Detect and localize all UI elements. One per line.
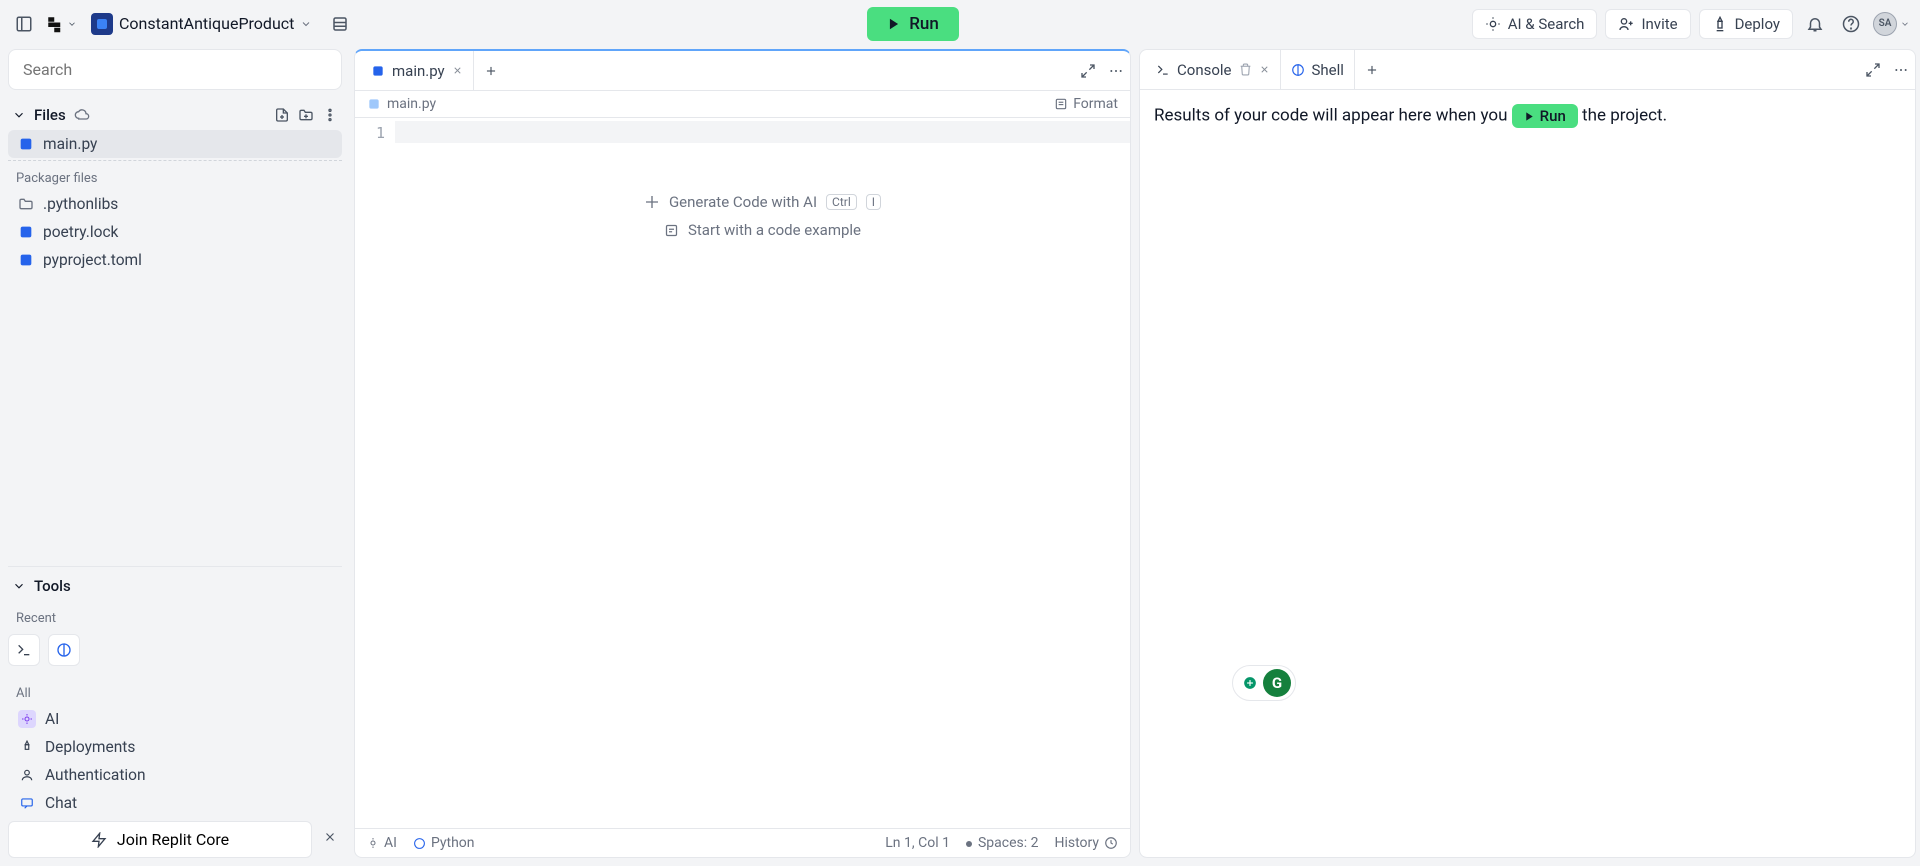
rocket-icon [18,738,36,756]
editor-tabs: main.py [355,51,1130,91]
tab-shell[interactable]: Shell [1281,50,1355,89]
inline-run-button[interactable]: Run [1512,104,1578,128]
python-file-icon [367,97,381,111]
file-item-poetry-lock[interactable]: poetry.lock [8,218,342,246]
new-file-icon[interactable] [274,107,290,123]
status-bar: AI Python Ln 1, Col 1 Spaces: 2 History [355,828,1130,857]
console-icon [1156,63,1170,77]
notifications-icon[interactable] [1801,10,1829,38]
packager-heading: Packager files [8,161,342,190]
python-icon [91,13,113,35]
files-label: Files [34,106,66,124]
join-core-button[interactable]: Join Replit Core [8,821,312,858]
cloud-sync-icon [74,107,90,123]
python-file-icon [18,252,34,268]
new-folder-icon[interactable] [298,107,314,123]
ai-icon [18,710,36,728]
editor-panel: main.py main.py Format [354,49,1131,858]
tab-close-icon[interactable] [452,65,463,76]
sidebar: Files main.py Packager files .pythonlibs… [0,47,350,866]
search-input[interactable] [8,49,342,90]
topbar: ConstantAntiqueProduct Run AI & Search I… [0,0,1920,47]
recent-heading: Recent [8,601,342,630]
recent-tool-console[interactable] [8,634,40,666]
line-number: 1 [355,118,395,828]
tab-mainpy[interactable]: main.py [361,51,474,90]
run-button[interactable]: Run [867,7,959,41]
python-file-icon [18,224,34,240]
grammarly-add-icon [1243,676,1257,690]
account-menu[interactable]: SA [1873,12,1910,36]
python-file-icon [371,64,385,78]
shell-icon [1291,63,1305,77]
new-tab-button[interactable] [474,64,508,78]
tool-deployments[interactable]: Deployments [8,733,342,761]
format-button[interactable]: Format [1054,96,1118,112]
console-panel: Console Shell [1139,49,1916,858]
tools-section-header[interactable]: Tools [8,566,342,601]
more-icon[interactable] [1893,62,1909,78]
lightning-icon [91,832,107,848]
recent-tool-shell[interactable] [48,634,80,666]
file-item-pyproject[interactable]: pyproject.toml [8,246,342,274]
chat-icon [18,794,36,812]
folder-icon [18,196,34,212]
indent-setting[interactable]: Spaces: 2 [966,835,1039,851]
panel-toggle-icon[interactable] [10,10,38,38]
cursor-position[interactable]: Ln 1, Col 1 [885,835,950,851]
generate-code-ai-button[interactable]: Generate Code with AI Ctrl I [644,193,881,211]
tool-ai[interactable]: AI [8,705,342,733]
code-editor[interactable]: 1 Generate Code with AI Ctrl I Start wit… [355,118,1130,828]
current-line-highlight [395,121,1130,143]
console-tabs: Console Shell [1140,50,1915,90]
deploy-button[interactable]: Deploy [1699,9,1793,39]
new-tab-button[interactable] [1355,63,1389,77]
breadcrumb: main.py [387,96,436,112]
more-icon[interactable] [1108,63,1124,79]
python-file-icon [18,136,34,152]
tool-authentication[interactable]: Authentication [8,761,342,789]
expand-icon[interactable] [1865,62,1881,78]
replit-logo-icon[interactable] [46,10,77,38]
tab-console[interactable]: Console [1146,50,1281,89]
tool-chat[interactable]: Chat [8,789,342,815]
example-icon [664,223,679,238]
files-section-header[interactable]: Files [8,100,342,130]
console-output: Results of your code will appear here wh… [1140,90,1915,857]
grammarly-widget[interactable]: G [1232,665,1296,701]
console-message-before: Results of your code will appear here wh… [1154,105,1512,125]
run-label: Run [909,14,939,34]
project-name: ConstantAntiqueProduct [119,14,294,33]
help-icon[interactable] [1837,10,1865,38]
project-selector[interactable]: ConstantAntiqueProduct [85,10,318,38]
user-icon [18,766,36,784]
tools-label: Tools [34,577,71,595]
start-example-button[interactable]: Start with a code example [664,221,861,239]
ai-search-button[interactable]: AI & Search [1472,9,1598,39]
file-item-pythonlibs[interactable]: .pythonlibs [8,190,342,218]
avatar: SA [1873,12,1897,36]
grammarly-icon: G [1263,669,1291,697]
invite-button[interactable]: Invite [1605,9,1690,39]
all-heading: All [8,676,342,705]
expand-icon[interactable] [1080,63,1096,79]
trash-icon[interactable] [1239,63,1252,76]
history-button[interactable]: History [1054,835,1118,851]
status-ai[interactable]: AI [367,835,397,851]
console-message-after: the project. [1582,105,1667,125]
status-language[interactable]: Python [413,835,475,851]
close-join-button[interactable] [318,825,342,849]
file-item-main[interactable]: main.py [8,130,342,158]
more-icon[interactable] [322,107,338,123]
ai-sparkle-icon [644,194,660,210]
database-icon[interactable] [326,10,354,38]
tab-close-icon[interactable] [1259,64,1270,75]
